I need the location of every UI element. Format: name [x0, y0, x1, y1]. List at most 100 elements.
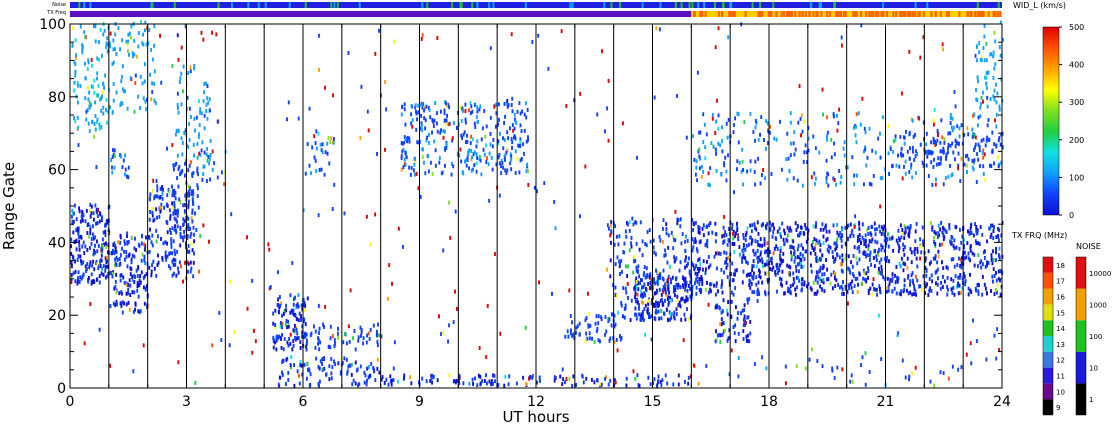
- data-cell: [725, 256, 728, 261]
- txfreq-bar-mark: [770, 11, 773, 17]
- data-cell: [81, 50, 84, 55]
- data-cell: [745, 338, 748, 343]
- data-cell: [911, 292, 914, 297]
- data-cell: [716, 333, 719, 338]
- data-cell: [858, 226, 861, 231]
- data-cell: [170, 241, 173, 246]
- data-cell: [421, 33, 424, 38]
- data-cell: [442, 135, 445, 140]
- data-cell: [419, 194, 422, 199]
- data-cell: [189, 234, 192, 239]
- data-cell: [800, 133, 802, 138]
- data-cell: [755, 282, 758, 287]
- data-cell: [412, 168, 415, 173]
- data-cell: [950, 257, 953, 262]
- data-cell: [644, 332, 646, 337]
- txfreq-bar-mark: [877, 11, 880, 17]
- data-cell: [687, 381, 690, 386]
- data-cell: [78, 239, 81, 244]
- data-cell: [960, 261, 963, 266]
- data-cell: [87, 121, 90, 126]
- data-cell: [143, 258, 146, 263]
- data-cell: [742, 249, 745, 254]
- data-cell: [667, 277, 670, 282]
- data-cell: [126, 240, 129, 245]
- y-tick-label: 80: [48, 90, 66, 106]
- data-cell: [485, 373, 487, 378]
- data-cell: [199, 233, 202, 238]
- data-cell: [124, 167, 127, 172]
- data-cell: [860, 363, 862, 368]
- data-cell: [82, 260, 85, 265]
- data-cell: [187, 145, 190, 150]
- data-cell: [867, 275, 869, 280]
- data-cell: [328, 161, 331, 166]
- data-cell: [553, 199, 556, 204]
- data-cell: [987, 70, 990, 75]
- data-cell: [422, 147, 424, 152]
- noise-bar-mark: [471, 2, 474, 8]
- noise-bar-mark: [819, 2, 822, 8]
- data-cell: [700, 174, 703, 179]
- data-cell: [96, 71, 99, 76]
- data-cell: [79, 234, 82, 239]
- data-cell: [331, 334, 334, 339]
- txfreq-bar-mark: [761, 11, 764, 17]
- data-cell: [473, 102, 476, 107]
- data-cell: [933, 139, 936, 144]
- data-cell: [919, 55, 922, 60]
- data-cell: [642, 301, 645, 306]
- data-cell: [732, 236, 735, 241]
- data-cell: [595, 329, 598, 334]
- data-cell: [925, 269, 928, 273]
- data-cell: [504, 374, 507, 379]
- data-cell: [949, 239, 952, 244]
- data-cell: [891, 279, 894, 283]
- data-cell: [272, 345, 275, 350]
- data-cell: [171, 143, 174, 148]
- data-cell: [993, 142, 996, 147]
- data-cell: [992, 267, 995, 272]
- data-cell: [139, 309, 142, 314]
- data-cell: [98, 327, 101, 332]
- data-cell: [985, 86, 988, 90]
- data-cell: [977, 115, 980, 120]
- data-cell: [844, 225, 847, 230]
- data-cell: [908, 156, 911, 161]
- data-cell: [284, 322, 287, 327]
- data-cell: [489, 115, 492, 120]
- data-cell: [746, 315, 749, 320]
- data-cell: [125, 291, 128, 296]
- data-cell: [133, 109, 136, 114]
- data-cell: [901, 91, 903, 96]
- data-cell: [858, 233, 861, 237]
- data-cell: [88, 208, 91, 213]
- data-cell: [937, 231, 940, 236]
- data-cell: [168, 189, 171, 194]
- data-cell: [409, 375, 412, 380]
- data-cell: [720, 172, 723, 177]
- data-cell: [902, 242, 905, 247]
- data-cell: [815, 238, 818, 243]
- data-cell: [656, 275, 659, 280]
- data-cell: [315, 146, 318, 151]
- data-cell: [756, 287, 759, 292]
- data-cell: [711, 112, 714, 117]
- data-cell: [695, 165, 698, 170]
- data-cell: [121, 74, 124, 79]
- data-cell: [390, 382, 393, 387]
- data-cell: [825, 158, 828, 163]
- data-cell: [203, 90, 206, 95]
- data-cell: [589, 323, 592, 328]
- data-cell: [952, 285, 955, 290]
- data-cell: [387, 382, 390, 387]
- data-cell: [292, 297, 295, 302]
- data-cell: [164, 250, 167, 255]
- data-cell: [639, 281, 641, 286]
- data-cell: [125, 39, 128, 44]
- data-cell: [704, 271, 707, 275]
- data-cell: [977, 157, 980, 162]
- data-cell: [151, 233, 154, 238]
- data-cell: [79, 275, 82, 280]
- data-cell: [861, 222, 864, 227]
